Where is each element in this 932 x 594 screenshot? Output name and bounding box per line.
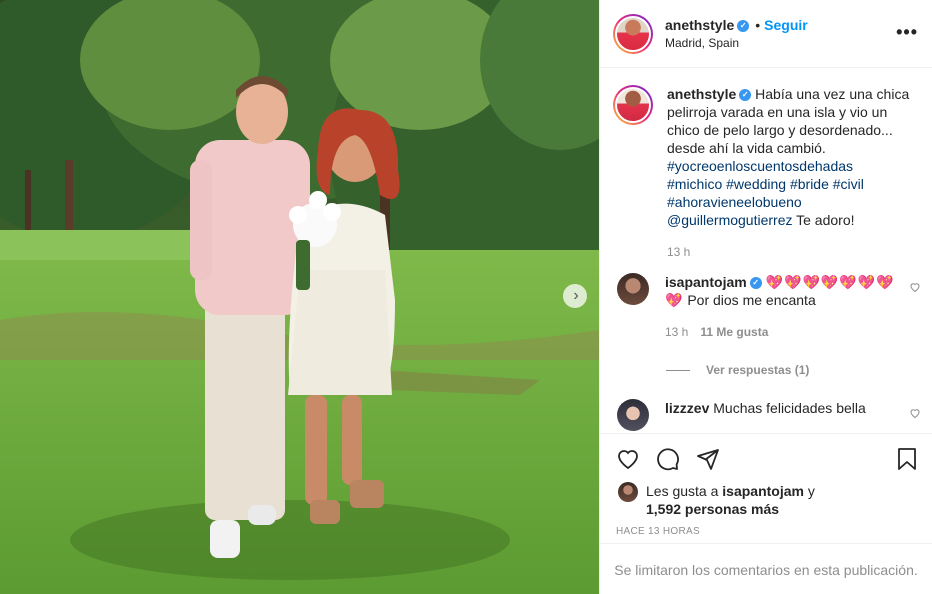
commenter-avatar[interactable]: [617, 273, 649, 305]
chevron-right-icon: ›: [573, 287, 579, 304]
commenter-avatar[interactable]: [617, 399, 649, 431]
verified-badge-icon: ✓: [739, 89, 752, 102]
author-avatar[interactable]: [613, 13, 653, 54]
verified-badge-icon: ✓: [749, 277, 762, 290]
wedding-photo-illustration: [0, 0, 599, 594]
view-replies-button[interactable]: Ver respuestas (1): [600, 363, 932, 377]
post-caption: anethstyle ✓ Había una vez una chica peli…: [600, 69, 932, 261]
verified-badge-icon: ✓: [737, 19, 750, 32]
like-comment-heart-icon[interactable]: [909, 407, 921, 419]
comments-limited-notice: Se limitaron los comentarios en esta pub…: [600, 543, 932, 594]
post-actions-section: Les gusta a isapantojam y 1,592 personas…: [600, 433, 932, 594]
hashtag-link[interactable]: #ahoravieneelobueno: [667, 194, 802, 210]
replies-divider: [666, 369, 690, 371]
commenter-username[interactable]: lizzzev: [665, 400, 709, 416]
caption-suffix: Te adoro!: [792, 212, 855, 228]
post-location[interactable]: Madrid, Spain: [665, 34, 808, 52]
likes-prefix: Les gusta a: [646, 483, 723, 499]
mention-link[interactable]: @guillermogutierrez: [667, 212, 792, 228]
hashtag-link[interactable]: #michico #wedding #bride #civil: [667, 176, 864, 192]
caption-author-avatar[interactable]: [613, 85, 653, 125]
share-paper-plane-icon[interactable]: [696, 447, 720, 471]
comment-item: lizzzev Muchas felicidades bella: [600, 399, 932, 431]
comment-time[interactable]: 13 h: [665, 325, 688, 339]
post-side-panel: anethstyle ✓ • Seguir Madrid, Spain ••• ane…: [599, 0, 932, 594]
comment-likes-count[interactable]: 11 Me gusta: [700, 325, 768, 339]
comment-text: Muchas felicidades bella: [713, 400, 866, 416]
follow-button[interactable]: Seguir: [764, 17, 808, 33]
comment-bubble-icon[interactable]: [656, 447, 680, 471]
like-comment-heart-icon[interactable]: [909, 281, 921, 293]
caption-username[interactable]: anethstyle: [667, 86, 736, 102]
likes-suffix: y: [803, 483, 815, 499]
instagram-post-view: › anethstyle ✓ • Seguir Madrid, Spain ••• a…: [0, 0, 932, 594]
next-photo-button[interactable]: ›: [563, 284, 587, 308]
post-photo[interactable]: ›: [0, 0, 599, 594]
likes-summary: Les gusta a isapantojam y 1,592 personas…: [600, 482, 932, 518]
view-replies-label: Ver respuestas (1): [706, 363, 810, 377]
separator-dot: •: [755, 16, 761, 33]
post-header: anethstyle ✓ • Seguir Madrid, Spain •••: [600, 0, 932, 68]
more-options-icon[interactable]: •••: [896, 22, 918, 43]
comment-text: Por dios me encanta: [687, 292, 816, 308]
comments-list[interactable]: anethstyle ✓ Había una vez una chica peli…: [600, 69, 932, 433]
hashtag-link[interactable]: #yocreoenloscuentosdehadas: [667, 158, 853, 174]
commenter-username[interactable]: isapantojam: [665, 274, 747, 290]
liker-avatar[interactable]: [618, 482, 638, 502]
liker-username[interactable]: isapantojam: [722, 483, 804, 499]
action-icons-row: [600, 434, 932, 482]
caption-time[interactable]: 13 h: [667, 243, 912, 261]
post-time[interactable]: HACE 13 HORAS: [600, 526, 932, 537]
likes-count[interactable]: 1,592 personas más: [646, 501, 779, 517]
save-bookmark-icon[interactable]: [895, 447, 919, 471]
comment-item: isapantojam ✓ 💖💖💖💖💖💖💖💖 Por dios me encant…: [600, 273, 932, 341]
like-heart-icon[interactable]: [616, 447, 640, 471]
author-username[interactable]: anethstyle: [665, 17, 734, 33]
